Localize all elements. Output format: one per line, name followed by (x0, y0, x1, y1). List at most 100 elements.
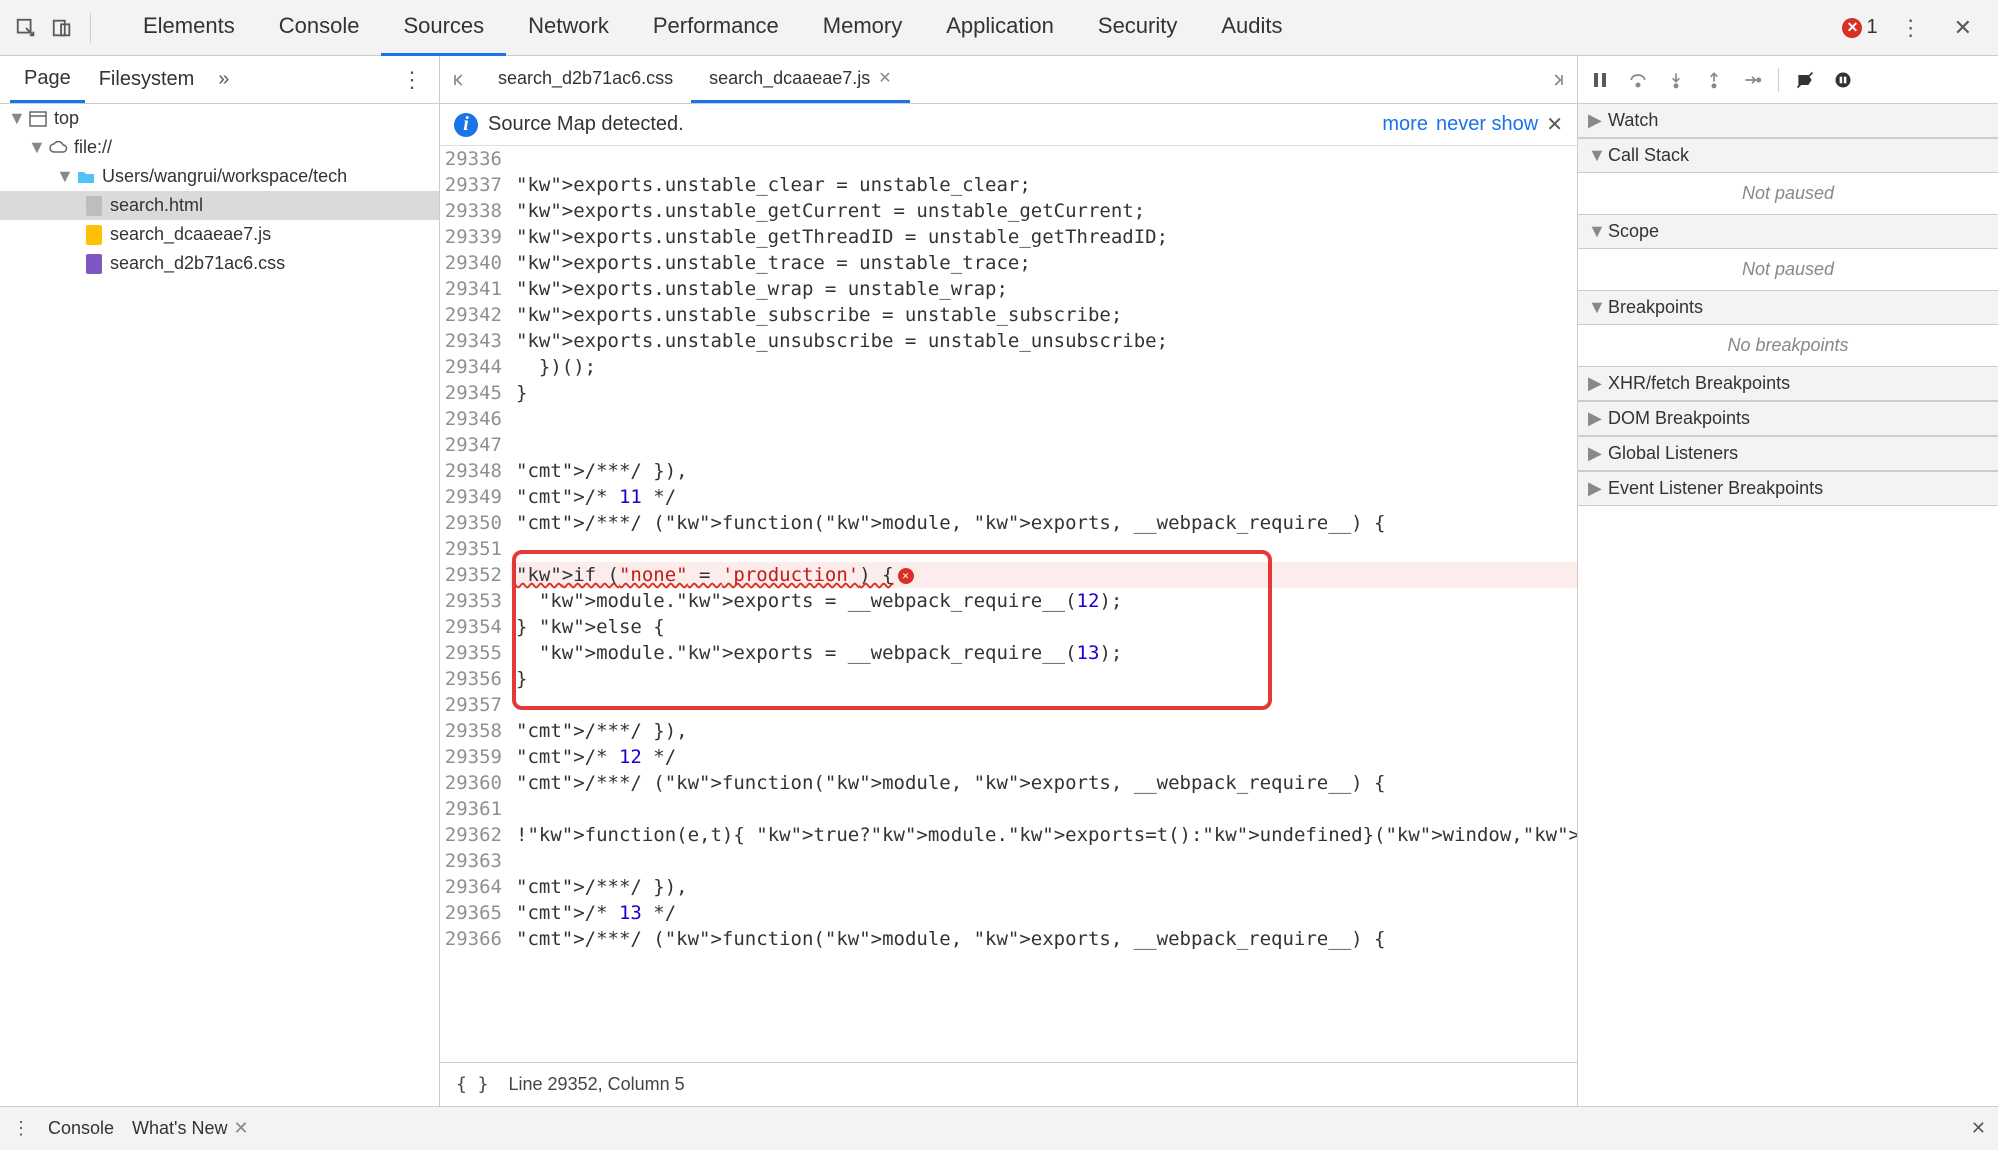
tab-performance[interactable]: Performance (631, 0, 801, 56)
tab-memory[interactable]: Memory (801, 0, 924, 56)
drawer-tab-console[interactable]: Console (48, 1118, 114, 1139)
tab-security[interactable]: Security (1076, 0, 1199, 56)
pane-dom[interactable]: ▶DOM Breakpoints (1578, 401, 1998, 436)
tabs-overflow-icon[interactable]: » (218, 68, 229, 91)
code-line: 29346 (440, 406, 1577, 432)
code-line: 29350"cmt">/***/ ("kw">function("kw">mod… (440, 510, 1577, 536)
tree-file-js[interactable]: search_dcaaeae7.js (0, 220, 439, 249)
code-editor[interactable]: 2933629337"kw">exports.unstable_clear = … (440, 146, 1577, 1062)
device-toggle-icon[interactable] (44, 10, 80, 46)
pane-scope-label: Scope (1608, 221, 1659, 242)
cloud-icon (48, 138, 68, 158)
tree-folder-label: Users/wangrui/workspace/tech (102, 166, 347, 187)
tab-application[interactable]: Application (924, 0, 1076, 56)
tab-audits[interactable]: Audits (1199, 0, 1304, 56)
error-count[interactable]: ✕ 1 (1842, 16, 1877, 39)
info-bar: i Source Map detected. more never show ✕ (440, 104, 1577, 146)
main-tabs: ElementsConsoleSourcesNetworkPerformance… (121, 0, 1842, 56)
pane-callstack-body: Not paused (1578, 173, 1998, 214)
twisty-icon: ▼ (8, 108, 22, 129)
debug-sidebar: ▶Watch ▼Call Stack Not paused ▼Scope Not… (1578, 104, 1998, 1106)
error-icon: ✕ (1842, 18, 1862, 38)
file-icon (84, 254, 104, 274)
tree-file-origin[interactable]: ▼ file:// (0, 133, 439, 162)
pane-breakpoints-label: Breakpoints (1608, 297, 1703, 318)
tree-top[interactable]: ▼ top (0, 104, 439, 133)
code-line: 29352"kw">if ("none" = 'production') {✕ (440, 562, 1577, 588)
code-line: 29345} (440, 380, 1577, 406)
code-line: 29363 (440, 848, 1577, 874)
drawer-whatsnew-label: What's New (132, 1118, 227, 1139)
step-into-icon[interactable] (1664, 68, 1688, 92)
tab-sources[interactable]: Sources (381, 0, 506, 56)
info-more-link[interactable]: more (1382, 113, 1428, 136)
editor-tab-css[interactable]: search_d2b71ac6.css (480, 56, 691, 103)
deactivate-breakpoints-icon[interactable] (1793, 68, 1817, 92)
info-text: Source Map detected. (488, 113, 684, 136)
code-line: 29348"cmt">/***/ }), (440, 458, 1577, 484)
tree-top-label: top (54, 108, 79, 129)
tab-elements[interactable]: Elements (121, 0, 257, 56)
pane-scope[interactable]: ▼Scope (1578, 214, 1998, 249)
tree-folder[interactable]: ▼ Users/wangrui/workspace/tech (0, 162, 439, 191)
step-out-icon[interactable] (1702, 68, 1726, 92)
code-line: 29360"cmt">/***/ ("kw">function("kw">mod… (440, 770, 1577, 796)
left-pane-menu-icon[interactable]: ⋮ (395, 67, 429, 93)
code-line: 29343"kw">exports.unstable_unsubscribe =… (440, 328, 1577, 354)
pane-callstack-label: Call Stack (1608, 145, 1689, 166)
step-icon[interactable] (1740, 68, 1764, 92)
pane-watch[interactable]: ▶Watch (1578, 104, 1998, 138)
code-line: 29341"kw">exports.unstable_wrap = unstab… (440, 276, 1577, 302)
code-line: 29349"cmt">/* 11 */ (440, 484, 1577, 510)
drawer-tab-close-icon[interactable]: ✕ (234, 1118, 249, 1139)
code-line: 29338"kw">exports.unstable_getCurrent = … (440, 198, 1577, 224)
step-over-icon[interactable] (1626, 68, 1650, 92)
pane-event-label: Event Listener Breakpoints (1608, 478, 1823, 499)
editor-tab-close-icon[interactable]: ✕ (878, 68, 891, 88)
tab-page[interactable]: Page (10, 56, 85, 103)
pane-xhr[interactable]: ▶XHR/fetch Breakpoints (1578, 366, 1998, 401)
drawer-console-label: Console (48, 1118, 114, 1139)
code-line: 29354} "kw">else { (440, 614, 1577, 640)
window-icon (28, 109, 48, 129)
info-close-icon[interactable]: ✕ (1546, 112, 1563, 137)
pane-xhr-label: XHR/fetch Breakpoints (1608, 373, 1790, 394)
tab-console[interactable]: Console (257, 0, 382, 56)
drawer-tab-whatsnew[interactable]: What's New ✕ (132, 1118, 249, 1139)
code-line: 29353 "kw">module."kw">exports = __webpa… (440, 588, 1577, 614)
tree-file-css-label: search_d2b71ac6.css (110, 253, 285, 274)
kebab-menu-icon[interactable]: ⋮ (1890, 15, 1932, 41)
code-line: 29361 (440, 796, 1577, 822)
error-count-label: 1 (1866, 16, 1877, 39)
code-line: 29337"kw">exports.unstable_clear = unsta… (440, 172, 1577, 198)
inspect-icon[interactable] (8, 10, 44, 46)
pause-button[interactable] (1588, 68, 1612, 92)
editor-tab-js[interactable]: search_dcaaeae7.js ✕ (691, 56, 910, 103)
tree-file-html[interactable]: search.html (0, 191, 439, 220)
info-never-link[interactable]: never show (1436, 113, 1538, 136)
code-line: 29362!"kw">function(e,t){ "kw">true?"kw"… (440, 822, 1577, 848)
editor-next-icon[interactable] (1537, 70, 1577, 90)
pane-callstack[interactable]: ▼Call Stack (1578, 138, 1998, 173)
pause-on-exceptions-icon[interactable] (1831, 68, 1855, 92)
twisty-icon: ▼ (56, 166, 70, 187)
editor-tab-css-label: search_d2b71ac6.css (498, 68, 673, 89)
drawer-menu-icon[interactable]: ⋮ (12, 1118, 30, 1139)
pane-breakpoints[interactable]: ▼Breakpoints (1578, 290, 1998, 325)
code-line: 29344 })(); (440, 354, 1577, 380)
code-line: 29358"cmt">/***/ }), (440, 718, 1577, 744)
close-devtools-icon[interactable]: ✕ (1944, 15, 1982, 41)
tab-network[interactable]: Network (506, 0, 631, 56)
drawer-close-icon[interactable]: ✕ (1971, 1118, 1986, 1139)
tree-file-label: file:// (74, 137, 112, 158)
pane-global[interactable]: ▶Global Listeners (1578, 436, 1998, 471)
twisty-icon: ▼ (28, 137, 42, 158)
pane-event[interactable]: ▶Event Listener Breakpoints (1578, 471, 1998, 506)
tab-page-label: Page (24, 67, 71, 90)
info-icon: i (454, 113, 478, 137)
tab-filesystem[interactable]: Filesystem (85, 56, 209, 103)
pane-scope-body: Not paused (1578, 249, 1998, 290)
tree-file-css[interactable]: search_d2b71ac6.css (0, 249, 439, 278)
editor-prev-icon[interactable] (440, 70, 480, 90)
pretty-print-icon[interactable]: { } (456, 1074, 489, 1095)
